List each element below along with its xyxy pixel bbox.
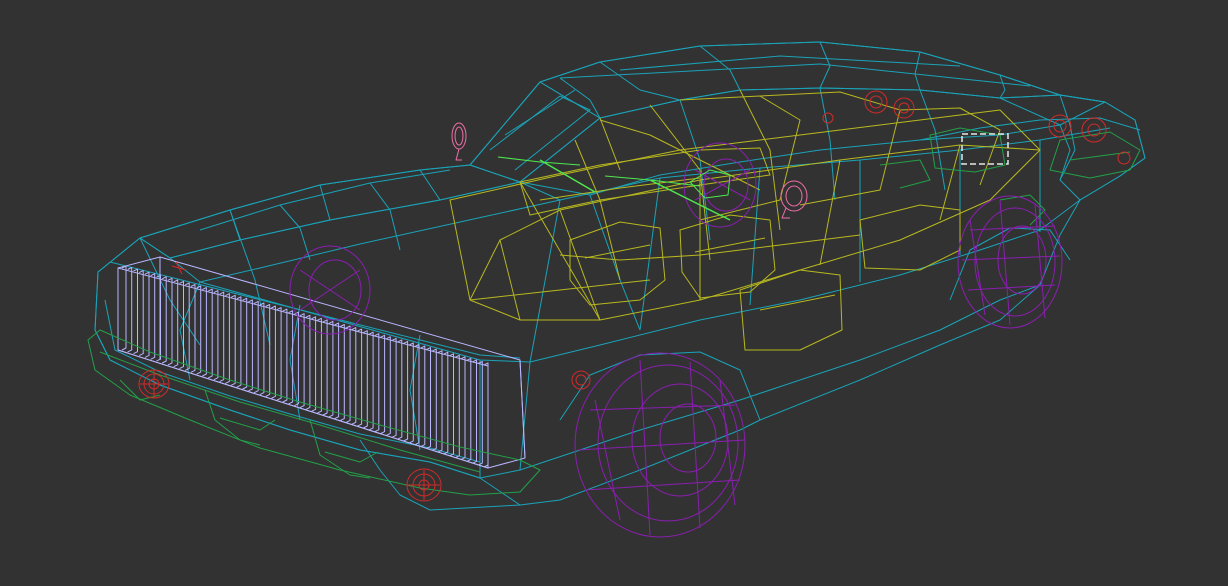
headlight-icon [571,370,591,390]
grille-slat [368,331,374,431]
grille-slat [271,305,276,399]
headlight-icon [138,369,170,399]
lights [138,90,1131,502]
grille-slat [242,297,248,390]
grille-slat [363,330,368,429]
grille-slat [207,288,213,379]
3d-viewport[interactable] [0,0,1228,586]
car-wireframe [87,41,1146,538]
grille-slat [282,308,288,403]
grille-slat [276,307,282,401]
grille-slat [248,299,253,392]
grille-slat [230,294,236,386]
grille-slat [466,357,472,462]
grille-slat [225,293,230,384]
grille-slat [374,333,380,433]
taillight-icon [864,90,915,119]
front-wheel [574,352,746,538]
grille-slat [173,279,179,368]
grille-slat [138,270,144,357]
headlight-icon [406,468,442,502]
grille-slat [426,347,431,449]
mirror-right-icon [780,180,808,219]
grille-slat [202,287,207,377]
grille-slat [391,337,397,438]
grille-slat [455,354,460,459]
grille-slat [299,313,305,409]
grille-slat [161,276,167,364]
rear-wheel [957,195,1063,329]
grille-slat [144,271,150,358]
grille-slat [265,304,271,397]
wheels-wireframe [289,142,1063,538]
front-wheel-far [289,245,371,335]
grille-slat [345,325,351,423]
bumper-wireframe [87,127,1141,496]
grille-slat [460,356,466,461]
grille-slat [334,322,340,420]
grille-slat [127,267,133,353]
grille-slat [483,362,489,468]
grille-slat [409,342,414,444]
grille-slat [179,280,184,370]
mirror-left-icon [451,122,467,161]
grille-slat [397,339,403,440]
grille-slat [472,359,477,464]
grille-slat [305,314,311,410]
grille-slat [420,345,426,448]
grille-slat [340,324,345,422]
grille-slat [196,285,202,375]
grille-slat [386,336,391,436]
grille-slat [236,296,242,388]
grille-slat [432,348,437,451]
grille-slat [357,328,363,427]
wiper-left-icon [497,156,581,166]
grille-slat [380,334,386,435]
grille-slat [253,300,259,394]
grille-slat [133,268,138,355]
grille-slat [167,277,173,366]
grille-slat [219,291,225,383]
grille-slat [443,351,449,455]
car-body-wireframe [94,41,1146,511]
grille-slat [213,290,219,381]
grille-slat [403,340,409,442]
grille-slat [328,320,334,418]
grille-slat [121,265,127,351]
grille-slat [437,350,443,453]
grille-slat [449,353,454,457]
grille-slat [351,327,357,425]
grille-slat [150,273,156,360]
